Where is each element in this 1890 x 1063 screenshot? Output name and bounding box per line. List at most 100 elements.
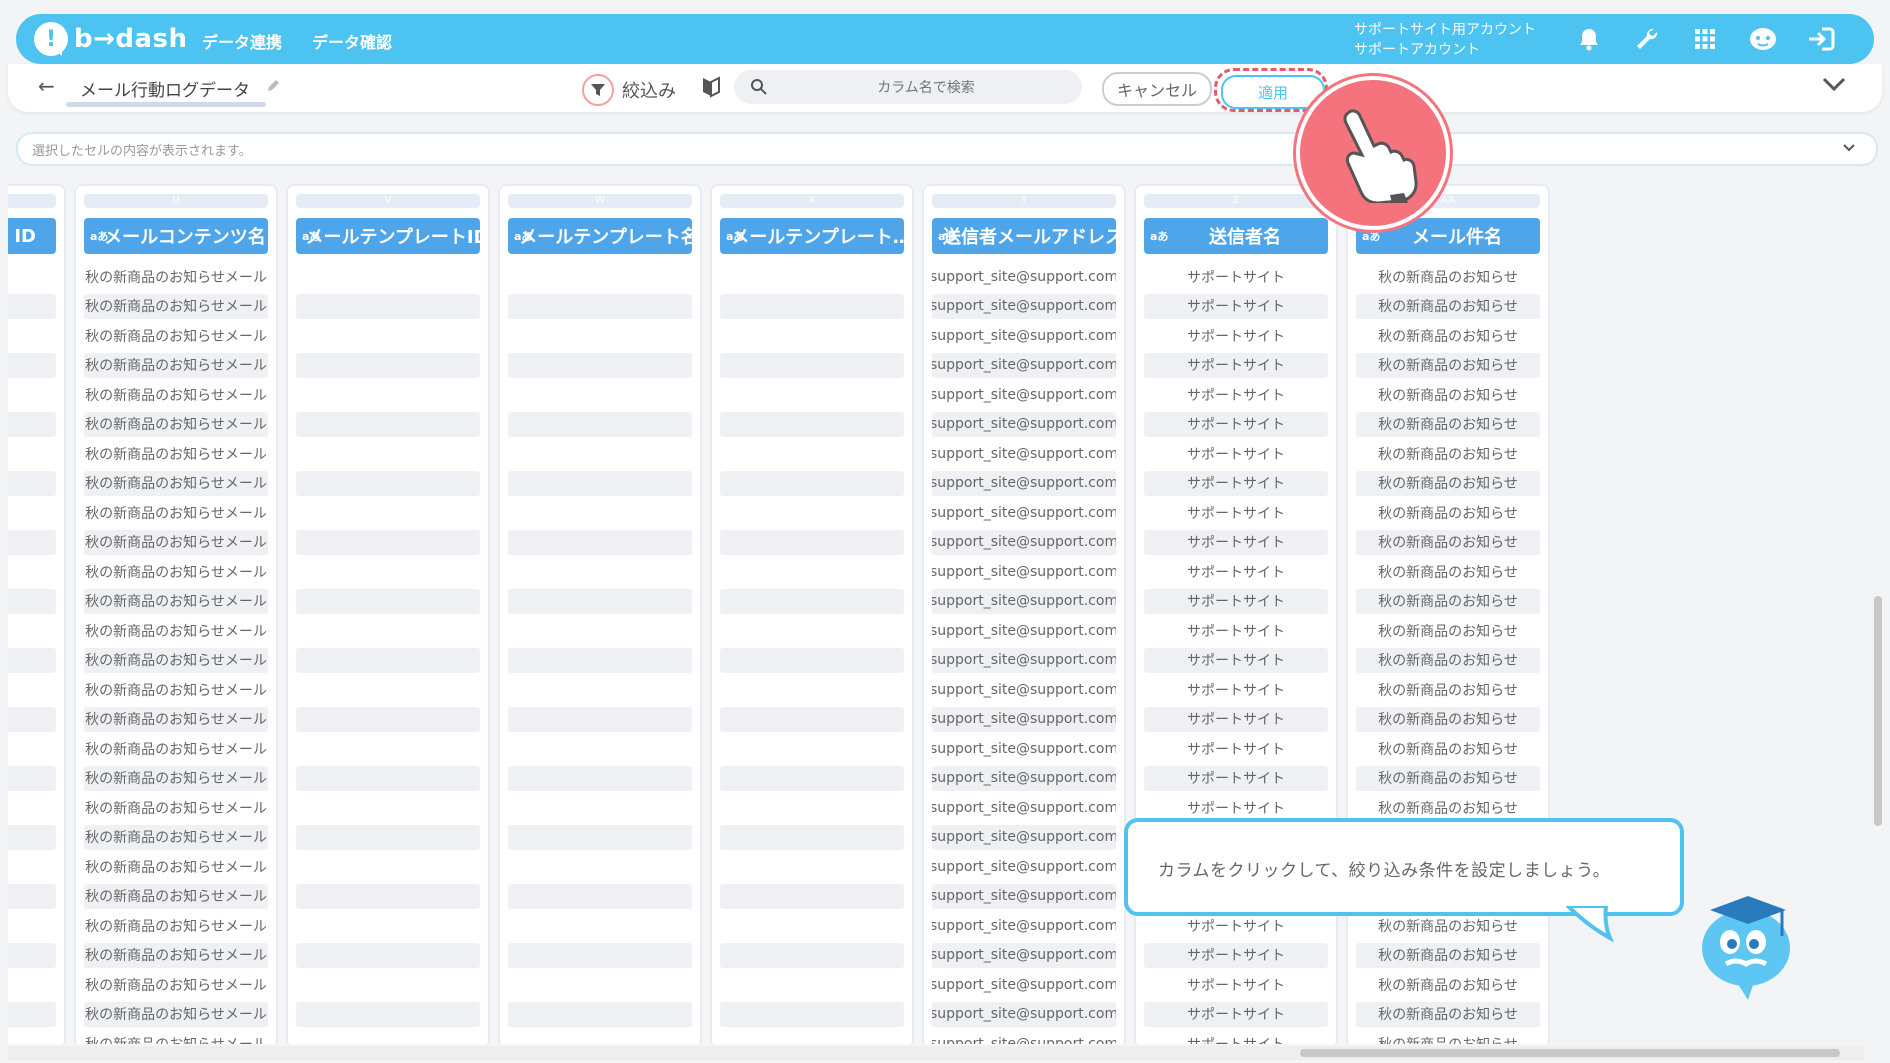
table-cell[interactable]: サポートサイト — [1144, 913, 1328, 938]
table-cell[interactable] — [296, 972, 480, 997]
table-cell[interactable] — [720, 323, 904, 348]
table-cell[interactable]: support_site@support.com — [932, 647, 1116, 673]
table-cell[interactable]: サポートサイト — [1144, 352, 1328, 378]
table-cell[interactable]: 秋の新商品のお知らせ — [1356, 647, 1540, 673]
table-cell[interactable] — [508, 352, 692, 378]
column-header[interactable]: aあ メールテンプレート名 — [508, 218, 692, 254]
table-cell[interactable] — [296, 647, 480, 673]
bdash-logo[interactable]: ! b→dash — [34, 22, 188, 56]
table-cell[interactable]: support_site@support.com — [932, 411, 1116, 437]
table-cell[interactable] — [508, 470, 692, 496]
table-cell[interactable] — [508, 765, 692, 791]
table-cell[interactable] — [296, 352, 480, 378]
table-cell[interactable]: support_site@support.com — [932, 559, 1116, 584]
table-cell[interactable]: 秋の新商品のお知らせメール — [84, 529, 268, 555]
apps-grid-icon[interactable] — [1690, 24, 1720, 54]
nav-data-check[interactable]: データ確認 — [312, 29, 392, 53]
table-cell[interactable]: 秋の新商品のお知らせメール — [84, 618, 268, 643]
table-cell[interactable] — [296, 264, 480, 289]
horizontal-scroll-thumb[interactable] — [1300, 1049, 1840, 1057]
table-cell[interactable]: サポートサイト — [1144, 765, 1328, 791]
table-cell[interactable]: 秋の新商品のお知らせメール — [84, 677, 268, 702]
table-cell[interactable] — [720, 1031, 904, 1044]
table-cell[interactable] — [8, 264, 56, 289]
table-cell[interactable] — [508, 677, 692, 702]
table-cell[interactable] — [296, 913, 480, 938]
table-cell[interactable] — [508, 795, 692, 820]
table-cell[interactable]: support_site@support.com — [932, 972, 1116, 997]
table-cell[interactable]: support_site@support.com — [932, 942, 1116, 968]
table-cell[interactable]: support_site@support.com — [932, 500, 1116, 525]
table-cell[interactable]: support_site@support.com — [932, 824, 1116, 850]
table-cell[interactable] — [720, 293, 904, 319]
table-cell[interactable] — [296, 559, 480, 584]
column-header[interactable]: aあ 送信者メールアドレス — [932, 218, 1116, 254]
table-cell[interactable] — [508, 382, 692, 407]
column-search-input[interactable] — [784, 76, 1068, 100]
table-cell[interactable]: サポートサイト — [1144, 441, 1328, 466]
table-cell[interactable] — [720, 706, 904, 732]
table-cell[interactable]: サポートサイト — [1144, 529, 1328, 555]
table-cell[interactable]: 秋の新商品のお知らせ — [1356, 529, 1540, 555]
table-cell[interactable] — [720, 883, 904, 909]
table-cell[interactable]: 秋の新商品のお知らせ — [1356, 411, 1540, 437]
table-cell[interactable]: サポートサイト — [1144, 559, 1328, 584]
table-cell[interactable] — [720, 942, 904, 968]
column-header[interactable]: aあ メールテンプレートID — [296, 218, 480, 254]
table-cell[interactable]: 秋の新商品のお知らせメール — [84, 736, 268, 761]
table-cell[interactable] — [508, 441, 692, 466]
column-sender-email[interactable]: Y aあ 送信者メールアドレス support_site@support.com s… — [922, 184, 1126, 1044]
table-cell[interactable]: サポートサイト — [1144, 470, 1328, 496]
table-cell[interactable]: 秋の新商品のお知らせ — [1356, 382, 1540, 407]
table-cell[interactable]: 秋の新商品のお知らせメール — [84, 1031, 268, 1045]
table-cell[interactable] — [8, 470, 56, 496]
table-cell[interactable]: 秋の新商品のお知らせ — [1356, 942, 1540, 968]
table-cell[interactable] — [8, 411, 56, 437]
table-cell[interactable] — [8, 942, 56, 968]
table-cell[interactable] — [508, 588, 692, 614]
table-cell[interactable] — [296, 588, 480, 614]
table-cell[interactable]: サポートサイト — [1144, 972, 1328, 997]
table-cell[interactable] — [508, 913, 692, 938]
table-cell[interactable]: support_site@support.com — [932, 706, 1116, 732]
table-cell[interactable]: サポートサイト — [1144, 411, 1328, 437]
table-cell[interactable] — [296, 765, 480, 791]
table-cell[interactable] — [720, 647, 904, 673]
table-cell[interactable] — [720, 529, 904, 555]
table-cell[interactable]: 秋の新商品のお知らせメール — [84, 972, 268, 997]
table-cell[interactable]: サポートサイト — [1144, 1031, 1328, 1045]
table-cell[interactable] — [720, 618, 904, 643]
table-cell[interactable] — [296, 854, 480, 879]
column-id[interactable]: ID — [8, 184, 66, 1044]
table-cell[interactable]: support_site@support.com — [932, 293, 1116, 319]
table-cell[interactable] — [8, 824, 56, 850]
table-cell[interactable]: support_site@support.com — [932, 470, 1116, 496]
table-cell[interactable]: 秋の新商品のお知らせ — [1356, 1001, 1540, 1027]
table-cell[interactable] — [720, 677, 904, 702]
table-cell[interactable]: サポートサイト — [1144, 647, 1328, 673]
table-cell[interactable] — [508, 972, 692, 997]
table-cell[interactable] — [720, 352, 904, 378]
table-cell[interactable] — [8, 559, 56, 584]
selected-cell-content-bar[interactable]: 選択したセルの内容が表示されます。 — [16, 132, 1878, 166]
table-cell[interactable] — [508, 500, 692, 525]
table-cell[interactable] — [296, 706, 480, 732]
chevron-down-icon[interactable] — [1842, 140, 1856, 159]
table-cell[interactable] — [508, 559, 692, 584]
table-cell[interactable]: 秋の新商品のお知らせ — [1356, 470, 1540, 496]
table-cell[interactable]: 秋の新商品のお知らせメール — [84, 1001, 268, 1027]
bell-icon[interactable] — [1574, 24, 1604, 54]
table-cell[interactable]: サポートサイト — [1144, 795, 1328, 820]
table-cell[interactable]: サポートサイト — [1144, 293, 1328, 319]
table-cell[interactable]: support_site@support.com — [932, 854, 1116, 879]
table-cell[interactable] — [8, 765, 56, 791]
table-cell[interactable] — [296, 883, 480, 909]
table-cell[interactable] — [720, 795, 904, 820]
table-cell[interactable] — [720, 1001, 904, 1027]
table-cell[interactable] — [508, 1001, 692, 1027]
table-cell[interactable] — [8, 293, 56, 319]
table-cell[interactable] — [8, 972, 56, 997]
horizontal-scrollbar[interactable] — [8, 1046, 1864, 1060]
table-cell[interactable] — [296, 795, 480, 820]
table-cell[interactable]: support_site@support.com — [932, 736, 1116, 761]
